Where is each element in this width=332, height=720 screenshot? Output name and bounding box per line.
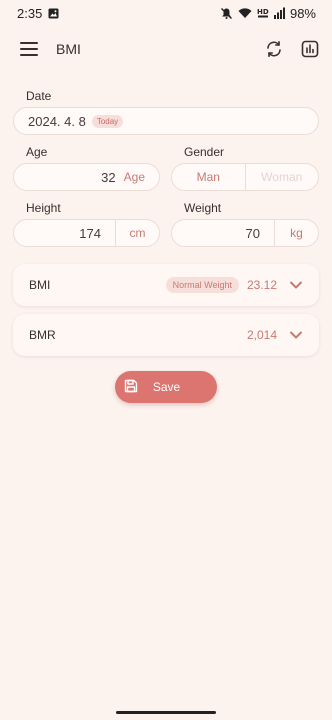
status-time: 2:35 xyxy=(17,5,43,21)
refresh-icon[interactable] xyxy=(264,39,284,59)
height-label: Height xyxy=(26,201,61,215)
save-button[interactable]: Save xyxy=(115,371,217,403)
mute-icon xyxy=(220,7,233,20)
date-field[interactable]: 2024. 4. 8 Today xyxy=(13,107,319,135)
home-indicator[interactable] xyxy=(116,711,216,714)
height-field[interactable]: 174 cm xyxy=(13,219,160,247)
gender-label: Gender xyxy=(184,145,225,159)
weight-value: 70 xyxy=(245,225,260,241)
app-bar: BMI xyxy=(0,26,332,72)
age-label: Age xyxy=(26,145,48,159)
page-title: BMI xyxy=(56,41,81,57)
signal-icon xyxy=(273,7,285,19)
bmi-card[interactable]: BMI Normal Weight 23.12 xyxy=(13,264,319,306)
weight-label: Weight xyxy=(184,201,222,215)
main-content: Date 2024. 4. 8 Today Age 32 Age Gender … xyxy=(0,72,332,720)
menu-icon[interactable] xyxy=(20,42,38,56)
weight-field[interactable]: 70 kg xyxy=(171,219,319,247)
gender-option-woman[interactable]: Woman xyxy=(244,164,319,190)
age-field[interactable]: 32 Age xyxy=(13,163,160,191)
hd-voice-icon: HD xyxy=(257,7,269,19)
today-badge: Today xyxy=(91,114,124,128)
age-unit: Age xyxy=(123,170,145,184)
height-unit: cm xyxy=(115,220,159,246)
date-value: 2024. 4. 8 xyxy=(28,113,86,129)
wifi-icon xyxy=(238,7,252,19)
age-value: 32 xyxy=(101,169,116,185)
bmr-value: 2,014 xyxy=(246,328,277,342)
height-value: 174 xyxy=(79,225,101,241)
chart-icon[interactable] xyxy=(300,39,320,59)
chevron-down-icon[interactable] xyxy=(289,330,303,340)
gender-option-man[interactable]: Man xyxy=(172,164,245,190)
save-icon xyxy=(124,379,138,396)
chevron-down-icon[interactable] xyxy=(289,280,303,290)
status-bar: 2:35 HD 98% xyxy=(0,0,332,26)
svg-text:HD: HD xyxy=(257,8,269,16)
bmr-title: BMR xyxy=(29,328,56,342)
date-label: Date xyxy=(26,89,52,103)
gender-toggle[interactable]: Man Woman xyxy=(171,163,319,191)
bmi-value: 23.12 xyxy=(246,278,277,292)
battery-percentage: 98% xyxy=(289,5,316,21)
bmi-category-badge: Normal Weight xyxy=(165,277,239,293)
save-label: Save xyxy=(152,380,181,394)
bmr-card[interactable]: BMR 2,014 xyxy=(13,314,319,356)
weight-unit: kg xyxy=(274,220,318,246)
gallery-icon xyxy=(48,8,59,19)
bmi-title: BMI xyxy=(29,278,51,292)
